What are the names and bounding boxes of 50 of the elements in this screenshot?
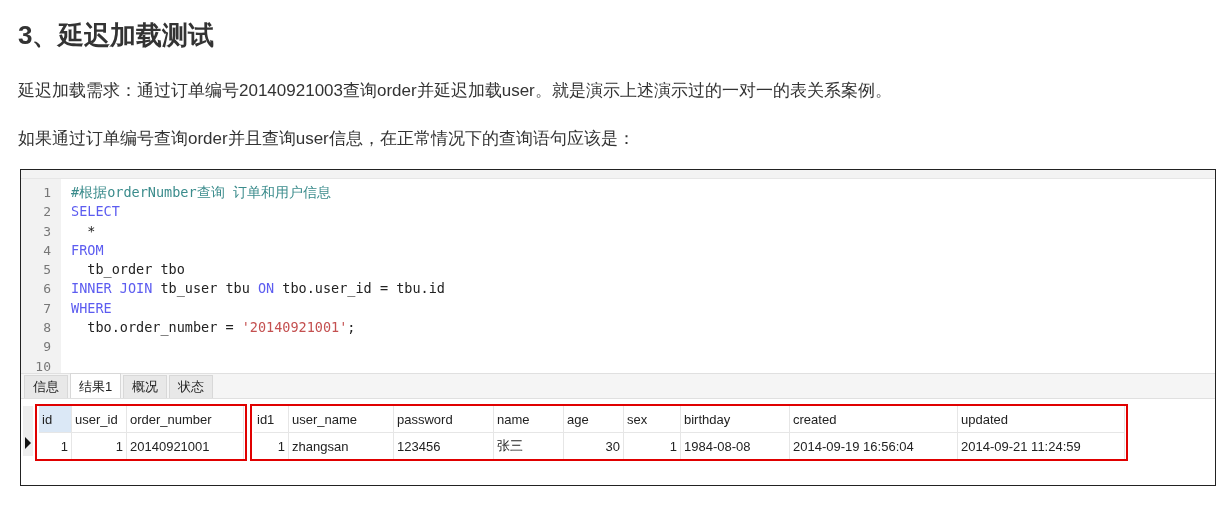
paragraph: 延迟加载需求：通过订单编号20140921003查询order并延迟加载user。就是演示上述演示过的一对一的表关系案例。 xyxy=(18,80,893,102)
table-cell: 2014-09-21 11:24:59 xyxy=(957,432,1125,459)
line-number: 4 xyxy=(42,241,52,260)
line-number: 6 xyxy=(42,280,52,299)
code-line: #根据orderNumber查询 订单和用户信息 xyxy=(71,183,331,202)
column-header: age xyxy=(563,406,624,433)
column-header: user_id xyxy=(71,406,127,433)
result-tab[interactable]: 状态 xyxy=(169,375,214,398)
section-heading: 3、延迟加载测试 xyxy=(18,19,216,52)
line-number: 10 xyxy=(34,357,52,373)
column-header: order_number xyxy=(126,406,244,433)
table-cell: 1 xyxy=(623,432,681,459)
column-header: name xyxy=(493,406,564,433)
result-tab[interactable]: 概况 xyxy=(123,375,168,398)
column-header: created xyxy=(789,406,958,433)
code-line: WHERE xyxy=(71,298,112,318)
line-number: 9 xyxy=(42,338,52,357)
column-header: updated xyxy=(957,406,1125,433)
line-number: 7 xyxy=(42,299,52,318)
column-header: birthday xyxy=(680,406,790,433)
code-line: INNER JOIN tb_user tbu ON tbo.user_id = tbu.id xyxy=(71,279,445,299)
code-line: SELECT xyxy=(71,202,120,222)
column-header: sex xyxy=(623,406,681,433)
table-cell: 30 xyxy=(563,432,624,459)
table-cell: 123456 xyxy=(393,432,494,459)
table-cell: 张三 xyxy=(493,432,564,459)
line-number: 2 xyxy=(42,203,52,222)
table-cell: 1 xyxy=(254,432,289,459)
code-line: * xyxy=(86,221,96,241)
column-header: id1 xyxy=(254,406,289,433)
result-tab[interactable]: 结果1 xyxy=(70,373,122,398)
column-header: id xyxy=(39,406,72,433)
table-cell: 1 xyxy=(39,432,72,459)
line-number: 3 xyxy=(42,222,52,241)
paragraph: 如果通过订单编号查询order并且查询user信息，在正常情况下的查询语句应该是： xyxy=(18,128,636,150)
table-cell: 1984-08-08 xyxy=(680,432,790,459)
table-cell: 1 xyxy=(71,432,127,459)
table-cell: zhangsan xyxy=(288,432,394,459)
column-header: password xyxy=(393,406,494,433)
line-number: 1 xyxy=(42,184,52,202)
code-line: tbo.order_number = '20140921001'; xyxy=(86,318,356,338)
row-pointer-icon xyxy=(25,437,31,449)
line-number: 5 xyxy=(42,261,52,280)
code-line: FROM xyxy=(71,240,104,260)
table-cell: 20140921001 xyxy=(126,432,244,459)
result-tab[interactable]: 信息 xyxy=(24,375,68,398)
table-cell: 2014-09-19 16:56:04 xyxy=(789,432,958,459)
line-number: 8 xyxy=(42,319,52,338)
code-line: tb_order tbo xyxy=(86,260,185,280)
column-header: user_name xyxy=(288,406,394,433)
